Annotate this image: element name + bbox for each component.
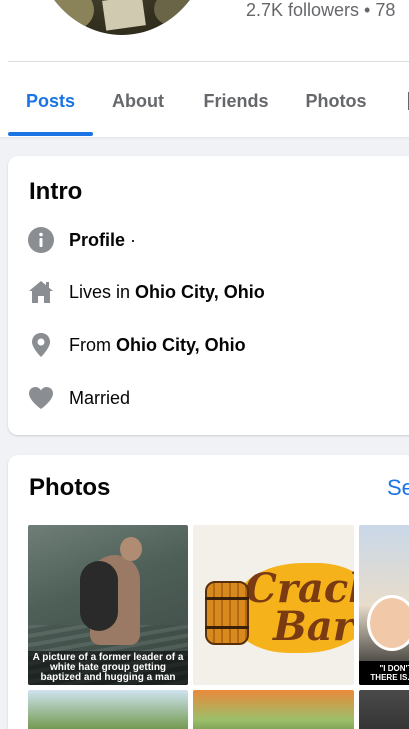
intro-row-lives-in: Lives in Ohio City, Ohio	[28, 278, 265, 306]
logo-text: Barr	[273, 603, 354, 650]
profile-header: 2.7K followers • 78 Posts About Friends …	[0, 0, 409, 137]
intro-card: Intro Profile · Lives in Ohio City, Ohio…	[8, 156, 409, 435]
intro-title: Intro	[29, 178, 83, 205]
avatar-detail	[154, 0, 192, 26]
photo-face	[367, 595, 409, 651]
photo-figure	[80, 561, 118, 631]
tab-posts[interactable]: Posts	[8, 70, 93, 134]
avatar-detail	[102, 0, 146, 31]
photo-caption: A picture of a former leader of a white …	[28, 651, 188, 685]
intro-row-from: From Ohio City, Ohio	[28, 331, 246, 359]
heart-icon	[28, 385, 54, 411]
profile-avatar[interactable]	[32, 0, 212, 35]
avatar-detail	[52, 0, 94, 30]
see-all-photos-link[interactable]: Se	[387, 475, 409, 501]
header-shadow	[0, 137, 409, 140]
profile-separator: ·	[125, 229, 137, 250]
intro-row-text: Lives in Ohio City, Ohio	[69, 282, 265, 303]
intro-row-relationship: Married	[28, 384, 130, 412]
home-icon	[28, 279, 54, 305]
photos-title: Photos	[29, 474, 111, 501]
info-icon	[28, 227, 54, 253]
profile-label: Profile	[69, 229, 126, 250]
from-prefix: From	[69, 334, 116, 355]
followers-count[interactable]: 2.7K followers • 78	[246, 0, 395, 21]
from-location-link[interactable]: Ohio City, Ohio	[116, 335, 246, 355]
photo-caption: "I DON'T B... THERE IS... I'M	[359, 661, 409, 685]
photo-thumbnail[interactable]: A picture of a former leader of a white …	[28, 525, 188, 685]
tab-photos[interactable]: Photos	[298, 70, 374, 134]
lives-in-prefix: Lives in	[69, 281, 136, 302]
intro-row-profile: Profile ·	[28, 226, 136, 254]
header-divider	[8, 61, 409, 62]
photos-card: Photos Se A picture of a former leader o…	[8, 455, 409, 729]
photo-thumbnail[interactable]: "I DON'T B... THERE IS... I'M	[359, 525, 409, 685]
tab-about[interactable]: About	[103, 70, 173, 134]
photo-figure-head	[120, 537, 142, 561]
photo-thumbnail[interactable]	[359, 690, 409, 729]
relationship-status: Married	[69, 387, 131, 408]
photo-thumbnail[interactable]	[193, 690, 354, 729]
lives-in-location-link[interactable]: Ohio City, Ohio	[135, 282, 265, 302]
intro-row-text: Profile ·	[69, 230, 136, 251]
photo-thumbnail[interactable]: Cracke Barr	[193, 525, 354, 685]
profile-tabs: Posts About Friends Photos	[8, 70, 409, 137]
tab-more-cutoff[interactable]	[404, 70, 409, 134]
active-tab-indicator	[8, 132, 93, 136]
barrel-graphic	[205, 581, 249, 645]
photo-thumbnail[interactable]	[28, 690, 188, 729]
tab-friends[interactable]: Friends	[196, 70, 276, 134]
location-pin-icon	[28, 332, 54, 358]
intro-row-text: From Ohio City, Ohio	[69, 335, 246, 356]
